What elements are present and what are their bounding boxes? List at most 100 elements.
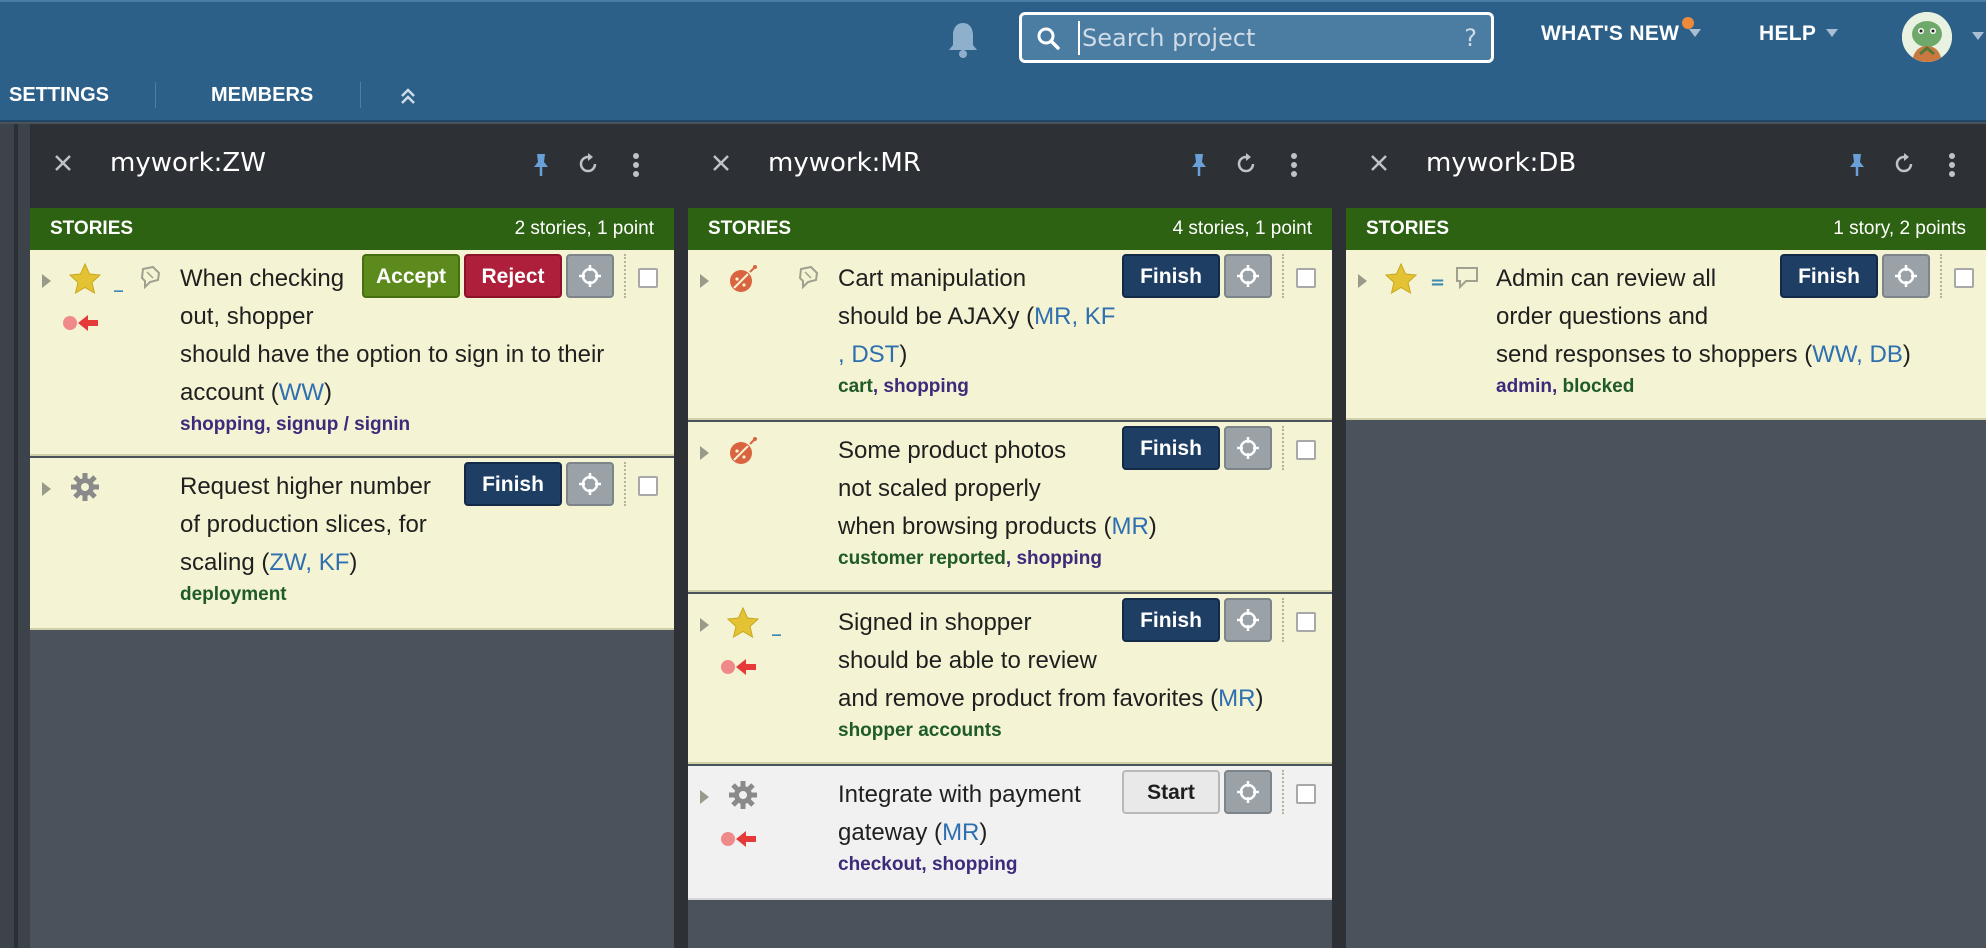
close-icon[interactable]	[1368, 152, 1390, 174]
story-owners[interactable]: MR	[1111, 513, 1148, 540]
divider	[14, 124, 18, 948]
estimate-indicator[interactable]: _	[772, 616, 781, 637]
label-shopper-accounts[interactable]: shopper accounts	[838, 720, 1002, 741]
pin-icon[interactable]	[530, 152, 552, 178]
label-shopping[interactable]: shopping	[932, 854, 1017, 875]
estimate-indicator[interactable]: _	[114, 272, 123, 293]
expand-icon[interactable]	[1358, 274, 1367, 288]
story-checkbox[interactable]	[1296, 268, 1316, 288]
label-cart[interactable]: cart	[838, 376, 873, 397]
bell-icon[interactable]	[945, 19, 981, 59]
avatar[interactable]	[1902, 12, 1952, 62]
reject-button[interactable]: Reject	[464, 254, 562, 298]
select-target-button[interactable]	[1224, 770, 1272, 814]
story-item[interactable]: Request higher number of production slic…	[30, 458, 674, 630]
finish-button[interactable]: Finish	[1122, 598, 1220, 642]
chevron-down-icon[interactable]	[1972, 32, 1984, 40]
start-button[interactable]: Start	[1122, 770, 1220, 814]
search-icon	[1037, 27, 1060, 50]
divider	[155, 82, 156, 108]
pin-icon[interactable]	[1188, 152, 1210, 178]
select-target-button[interactable]	[1224, 254, 1272, 298]
story-owners[interactable]: ZW, KF	[269, 549, 349, 576]
tab-settings[interactable]: SETTINGS	[9, 84, 109, 107]
refresh-icon[interactable]	[1234, 152, 1258, 176]
story-owners[interactable]: , DST	[838, 341, 899, 368]
story-checkbox[interactable]	[1954, 268, 1974, 288]
expand-icon[interactable]	[700, 274, 709, 288]
expand-icon[interactable]	[700, 618, 709, 632]
close-icon[interactable]	[52, 152, 74, 174]
expand-icon[interactable]	[42, 482, 51, 496]
story-labels: checkout, shopping	[838, 854, 1018, 875]
more-options-icon[interactable]	[632, 152, 640, 178]
select-target-button[interactable]	[1882, 254, 1930, 298]
story-title: Integrate with payment gateway (MR)	[838, 781, 1081, 846]
finish-button[interactable]: Finish	[464, 462, 562, 506]
story-owners[interactable]: MR	[942, 819, 979, 846]
comment-icon	[1456, 267, 1478, 290]
tab-members[interactable]: MEMBERS	[211, 84, 313, 107]
story-item[interactable]: _ When checking out, shopper should have…	[30, 250, 674, 456]
stories-count: 4 stories, 1 point	[1172, 218, 1312, 239]
stories-label: STORIES	[1366, 218, 1450, 239]
refresh-icon[interactable]	[576, 152, 600, 176]
crosshair-icon	[1237, 437, 1259, 459]
story-owners[interactable]: MR, KF	[1034, 303, 1115, 330]
refresh-icon[interactable]	[1892, 152, 1916, 176]
stories-label: STORIES	[50, 218, 134, 239]
stories-label: STORIES	[708, 218, 792, 239]
panel-title: mywork:DB	[1426, 148, 1577, 178]
search-input[interactable]	[1078, 21, 1428, 55]
panel-mywork-mr: mywork:MR STORIES 4 stories, 1 point Car…	[688, 124, 1332, 948]
story-checkbox[interactable]	[638, 476, 658, 496]
label-checkout[interactable]: checkout	[838, 854, 921, 875]
finish-button[interactable]: Finish	[1122, 426, 1220, 470]
search-box: ?	[1019, 12, 1494, 63]
expand-icon[interactable]	[700, 790, 709, 804]
blocker-icon	[721, 831, 756, 847]
label-shopping[interactable]: shopping	[180, 414, 265, 435]
divider	[624, 254, 626, 298]
whats-new-menu[interactable]: WHAT'S NEW	[1541, 22, 1702, 46]
label-shopping[interactable]: shopping	[1016, 548, 1101, 569]
more-options-icon[interactable]	[1290, 152, 1298, 178]
finish-button[interactable]: Finish	[1780, 254, 1878, 298]
expand-icon[interactable]	[42, 274, 51, 288]
story-item[interactable]: Some product photos not scaled properly …	[688, 422, 1332, 592]
story-checkbox[interactable]	[1296, 612, 1316, 632]
select-target-button[interactable]	[566, 254, 614, 298]
double-chevron-up-icon[interactable]	[398, 86, 418, 106]
select-target-button[interactable]	[1224, 598, 1272, 642]
story-item[interactable]: _ Signed in shopper should be able to re…	[688, 594, 1332, 764]
label-admin[interactable]: admin	[1496, 376, 1552, 397]
label-blocked[interactable]: blocked	[1563, 376, 1635, 397]
story-owners[interactable]: WW, DB	[1812, 341, 1903, 368]
search-help-icon[interactable]: ?	[1464, 24, 1477, 52]
story-checkbox[interactable]	[1296, 440, 1316, 460]
story-item[interactable]: = Admin can review all order questions a…	[1346, 250, 1986, 420]
story-item[interactable]: Integrate with payment gateway (MR) chec…	[688, 766, 1332, 900]
story-checkbox[interactable]	[1296, 784, 1316, 804]
pin-icon[interactable]	[1846, 152, 1868, 178]
select-target-button[interactable]	[1224, 426, 1272, 470]
story-checkbox[interactable]	[638, 268, 658, 288]
divider	[360, 82, 361, 108]
expand-icon[interactable]	[700, 446, 709, 460]
new-indicator-dot	[1682, 17, 1694, 29]
finish-button[interactable]: Finish	[1122, 254, 1220, 298]
close-icon[interactable]	[710, 152, 732, 174]
story-owners[interactable]: WW	[279, 379, 324, 406]
accept-button[interactable]: Accept	[362, 254, 460, 298]
story-owners[interactable]: MR	[1218, 685, 1255, 712]
label-deployment[interactable]: deployment	[180, 584, 287, 605]
story-item[interactable]: Cart manipulation should be AJAXy (MR, K…	[688, 250, 1332, 420]
more-options-icon[interactable]	[1948, 152, 1956, 178]
label-shopping[interactable]: shopping	[883, 376, 968, 397]
estimate-indicator[interactable]: =	[1430, 272, 1445, 293]
label-signup-signin[interactable]: signup / signin	[276, 414, 410, 435]
label-customer-reported[interactable]: customer reported	[838, 548, 1006, 569]
select-target-button[interactable]	[566, 462, 614, 506]
comment-icon	[140, 265, 161, 290]
help-menu[interactable]: HELP	[1759, 22, 1839, 46]
